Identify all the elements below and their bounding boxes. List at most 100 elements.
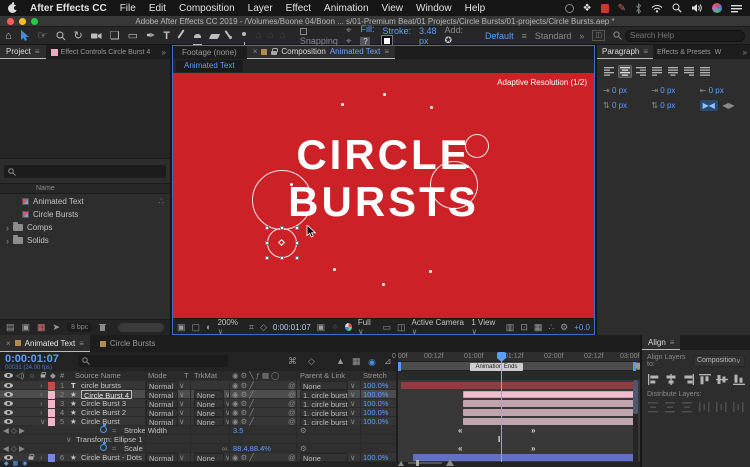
stretch-value[interactable]: 100.0%: [363, 399, 388, 408]
work-area-start-handle[interactable]: [398, 362, 401, 371]
property-row-scale[interactable]: ◀ ◇ ▶ ≈ Scale ∞ 88.4,88.4% ⚙ « »: [0, 442, 640, 453]
puppet-pin-tool[interactable]: [241, 24, 248, 47]
blend-mode-select[interactable]: Normal: [146, 408, 178, 418]
layer-name[interactable]: Circle Burst: [81, 417, 120, 426]
always-preview-icon[interactable]: ▣: [177, 322, 186, 332]
zoom-in-icon[interactable]: [446, 458, 454, 466]
layer-switches[interactable]: ◉⚙╱: [232, 399, 256, 408]
stretch-column-header[interactable]: Stretch: [363, 371, 387, 380]
trkmat-select[interactable]: None: [194, 417, 224, 427]
space-after-field[interactable]: ⇅ 0 px: [651, 101, 695, 110]
space-before-field[interactable]: ⇅ 0 px: [603, 101, 647, 110]
hide-shy-layers-icon[interactable]: ▲: [336, 357, 345, 366]
trkmat-select[interactable]: None: [194, 408, 224, 418]
project-item-solids[interactable]: › Solids: [0, 234, 170, 247]
layer-switches[interactable]: ◉⚙╱: [232, 408, 256, 417]
roto-brush-tool[interactable]: [224, 27, 234, 45]
blend-mode-select[interactable]: Normal: [146, 417, 178, 427]
tab-effects-presets[interactable]: Effects & Presets: [653, 49, 715, 56]
menu-file[interactable]: File: [120, 3, 136, 14]
project-search-input[interactable]: [19, 166, 162, 177]
layer-bar[interactable]: [401, 382, 637, 389]
menu-edit[interactable]: Edit: [149, 3, 166, 14]
blend-mode-select[interactable]: Normal: [146, 381, 178, 391]
stroke-control[interactable]: Stroke:: [381, 26, 411, 47]
lock-icon[interactable]: [271, 48, 279, 55]
twirl-icon[interactable]: ›: [40, 390, 43, 399]
composition-marker[interactable]: Animation Ends: [470, 362, 523, 371]
flowchart-button-icon[interactable]: ∴: [548, 322, 554, 332]
selection-handle[interactable]: [295, 241, 299, 245]
selection-handle[interactable]: [295, 256, 299, 260]
group-name[interactable]: Transform: Ellipse 1: [76, 435, 142, 444]
prev-keyframe-icon[interactable]: ◀: [3, 426, 9, 435]
layer-row-circle-burst-2[interactable]: › 4 ★ Circle Burst 2 Normal ∨ None ∨ ◉⚙╱…: [0, 408, 640, 418]
ltr-direction-button[interactable]: ▶◀: [699, 100, 718, 111]
wifi-icon[interactable]: [651, 4, 663, 13]
interpret-footage-icon[interactable]: ▤: [6, 323, 15, 332]
add-keyframe-icon[interactable]: ◇: [11, 444, 17, 453]
tab-footage[interactable]: Footage (none): [172, 48, 247, 57]
blend-mode-select[interactable]: Normal: [146, 453, 178, 463]
mask-visibility-icon[interactable]: ◇: [260, 322, 267, 332]
stroke-width-value[interactable]: 3.48 px: [419, 26, 437, 46]
bit-depth-button[interactable]: 8 bpc: [67, 323, 93, 332]
menu-view[interactable]: View: [382, 3, 404, 14]
pick-whip-icon[interactable]: @: [288, 390, 296, 399]
panel-menu-icon[interactable]: ≡: [384, 47, 389, 56]
twirl-icon[interactable]: ›: [40, 408, 43, 417]
selection-handle[interactable]: [280, 256, 284, 260]
constrain-link-icon[interactable]: ∞: [222, 444, 227, 453]
align-to-select[interactable]: Composition ∨: [692, 355, 745, 367]
dropbox-icon[interactable]: ❖: [583, 3, 592, 14]
property-row-stroke-width[interactable]: ◀ ◇ ▶ ≈ Stroke Width 3.5 ⚙ « »: [0, 424, 640, 435]
project-scroll-pill[interactable]: [118, 323, 164, 332]
timeline-zoom-slider[interactable]: [408, 460, 442, 466]
mode-column-header[interactable]: Mode: [148, 371, 167, 380]
selection-handle[interactable]: [295, 226, 299, 230]
status-app-icon[interactable]: [564, 3, 574, 13]
timeline-vertical-scrollbar[interactable]: [633, 380, 638, 462]
eye-icon[interactable]: [4, 390, 13, 399]
layer-name[interactable]: Circle Burst 2: [81, 408, 126, 417]
layer-row-circle-burst-dots[interactable]: › 6 ★ Circle Burst - Dots Normal ∨ None …: [0, 453, 640, 463]
shape-tool[interactable]: ▭: [128, 27, 138, 45]
pan-behind-tool[interactable]: ❏: [110, 27, 120, 45]
twirl-icon-expanded[interactable]: ∨: [40, 417, 46, 426]
snapshot-icon[interactable]: ▣: [317, 322, 326, 332]
show-snapshot-icon[interactable]: ✧: [331, 322, 339, 332]
timeline-search-input[interactable]: [93, 356, 224, 366]
hand-tool[interactable]: ☞: [38, 27, 48, 45]
menu-app-name[interactable]: After Effects CC: [30, 3, 107, 14]
burst-circle-large[interactable]: [252, 170, 312, 230]
stretch-value[interactable]: 100.0%: [363, 453, 388, 462]
project-item-circle-bursts[interactable]: Circle Bursts: [0, 208, 170, 221]
composition-canvas[interactable]: Adaptive Resolution (1/2) CIRCLE BURSTS: [172, 73, 595, 318]
column-divider[interactable]: [145, 371, 146, 462]
property-value[interactable]: 3.5: [233, 426, 243, 435]
pen-tool[interactable]: ✒: [146, 27, 155, 45]
align-left-button[interactable]: [646, 372, 661, 386]
keyframe-icon[interactable]: »: [531, 444, 535, 453]
panel-menu-icon[interactable]: ≡: [79, 339, 84, 348]
next-keyframe-icon[interactable]: ▶: [19, 426, 25, 435]
layer-switches[interactable]: ◉⚙╱: [232, 381, 256, 390]
camera-select[interactable]: Active Camera ∨: [412, 318, 466, 336]
property-name[interactable]: Scale: [124, 444, 143, 453]
trkmat-select[interactable]: None: [194, 399, 224, 409]
layer-name[interactable]: Circle Burst - Dots: [81, 453, 142, 462]
transparency-grid-icon[interactable]: ◫: [397, 322, 406, 332]
timeline-toggle-icons[interactable]: ◆▦◉: [4, 460, 32, 467]
layer-bar[interactable]: [463, 409, 637, 416]
tab-align[interactable]: Align ≡: [642, 335, 681, 350]
clone-stamp-tool[interactable]: [192, 26, 202, 46]
pick-whip-icon[interactable]: @: [288, 399, 296, 408]
timeline-button-icon[interactable]: ▦: [534, 322, 543, 332]
layer-switches[interactable]: ◉⚙╱: [232, 417, 256, 426]
blend-mode-select[interactable]: Normal: [146, 390, 178, 400]
selection-handle[interactable]: [265, 226, 269, 230]
justify-last-center-button[interactable]: [666, 65, 680, 78]
eye-icon[interactable]: [4, 408, 13, 417]
tab-paragraph[interactable]: Paragraph ≡: [597, 45, 654, 59]
view-layout-select[interactable]: 1 View ∨: [471, 318, 499, 336]
